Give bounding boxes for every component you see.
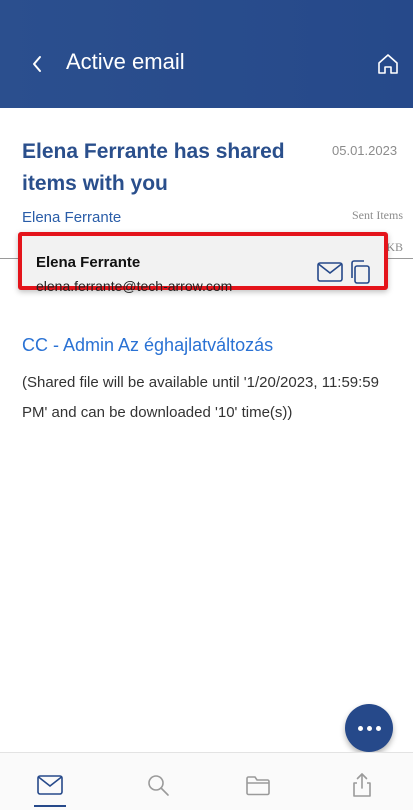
nav-folders[interactable] xyxy=(236,767,280,803)
chevron-left-icon xyxy=(33,56,41,72)
search-icon xyxy=(148,775,169,796)
share-icon xyxy=(353,773,371,797)
folder-icon xyxy=(246,776,270,796)
page-title: Active email xyxy=(66,49,185,74)
mail-icon xyxy=(37,775,63,795)
app-header: Active email xyxy=(0,0,413,108)
home-button[interactable] xyxy=(374,50,402,78)
copy-icon xyxy=(351,260,370,284)
back-button[interactable] xyxy=(26,52,48,76)
mail-icon xyxy=(317,262,343,282)
email-size: KB xyxy=(386,240,403,254)
more-actions-button[interactable] xyxy=(345,704,393,752)
contact-email: elena.ferrante@tech-arrow.com xyxy=(36,278,233,294)
cc-line[interactable]: CC - Admin Az éghajlatváltozás xyxy=(22,335,273,356)
email-sender[interactable]: Elena Ferrante xyxy=(22,209,121,226)
email-body: (Shared file will be available until '1/… xyxy=(22,374,379,421)
email-subject: Elena Ferrante has shared items with you xyxy=(22,140,285,195)
nav-share[interactable] xyxy=(340,767,384,803)
bottom-navigation xyxy=(0,752,413,810)
more-icon xyxy=(356,725,383,731)
contact-name: Elena Ferrante xyxy=(36,254,141,271)
contact-popup: Elena Ferrante elena.ferrante@tech-arrow… xyxy=(18,232,388,294)
email-folder: Sent Items xyxy=(352,208,403,222)
send-mail-button[interactable] xyxy=(317,262,343,284)
nav-search[interactable] xyxy=(136,767,180,803)
email-date: 05.01.2023 xyxy=(332,143,398,158)
nav-mail[interactable] xyxy=(28,767,72,807)
copy-button[interactable] xyxy=(349,260,373,286)
home-icon xyxy=(378,54,398,74)
